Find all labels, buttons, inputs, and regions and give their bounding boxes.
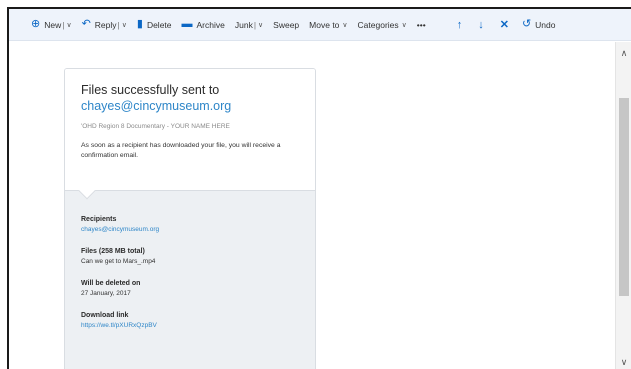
- card-title: Files successfully sent to: [81, 83, 220, 97]
- file-name: Can we get to Mars_.mp4: [81, 258, 156, 265]
- transfer-card: Files successfully sent to chayes@cincym…: [64, 68, 316, 369]
- next-button[interactable]: ↓: [470, 9, 492, 41]
- reading-pane: Files successfully sent to chayes@cincym…: [9, 42, 615, 369]
- vertical-scrollbar[interactable]: ∧ ∨: [615, 42, 631, 369]
- deletion-date: 27 January, 2017: [81, 290, 131, 297]
- deletion-field: Will be deleted on 27 January, 2017: [81, 279, 299, 299]
- reply-button[interactable]: ↶ Reply | ∨: [77, 9, 132, 41]
- previous-button[interactable]: ↑: [449, 9, 471, 41]
- email-subject: 'OHD Region 8 Documentary - YOUR NAME HE…: [81, 123, 230, 130]
- trash-icon: ▮: [136, 18, 143, 30]
- chevron-down-icon: ∨: [342, 21, 348, 29]
- chevron-down-icon: ∨: [401, 21, 407, 29]
- categories-button[interactable]: Categories ∨: [353, 9, 412, 41]
- recipients-link[interactable]: chayes@cincymuseum.org: [81, 225, 299, 235]
- new-button[interactable]: ⊕ New | ∨: [9, 9, 77, 41]
- arrow-up-icon: ↑: [456, 18, 463, 31]
- download-field: Download link https://we.tl/pXURxQzpBV: [81, 311, 299, 331]
- scroll-down-icon[interactable]: ∨: [616, 355, 631, 369]
- confirmation-message: As soon as a recipient has downloaded yo…: [81, 142, 281, 159]
- chevron-down-icon[interactable]: ∨: [258, 21, 263, 29]
- delete-label: Delete: [146, 19, 172, 30]
- scroll-up-icon[interactable]: ∧: [616, 46, 631, 60]
- close-button[interactable]: ✕: [492, 9, 517, 41]
- recipient-email-heading: chayes@cincymuseum.org: [81, 99, 232, 113]
- more-button[interactable]: •••: [412, 9, 431, 41]
- archive-icon: ▬: [181, 18, 193, 30]
- undo-icon: ↺: [521, 18, 532, 30]
- sweep-button[interactable]: Sweep: [268, 9, 304, 41]
- move-to-label: Move to: [309, 19, 340, 30]
- card-header: Files successfully sent to chayes@cincym…: [65, 69, 315, 200]
- separator: |: [253, 19, 257, 30]
- separator: |: [117, 19, 120, 30]
- sweep-label: Sweep: [273, 19, 300, 30]
- reply-label: Reply: [94, 19, 117, 30]
- chevron-down-icon[interactable]: ∨: [66, 21, 71, 29]
- close-icon: ✕: [499, 19, 509, 31]
- new-label: New: [44, 19, 62, 30]
- download-label: Download link: [81, 312, 129, 319]
- junk-label: Junk: [234, 19, 253, 30]
- scrollbar-thumb[interactable]: [619, 98, 629, 296]
- recipients-label: Recipients: [81, 216, 117, 223]
- recipients-field: Recipients chayes@cincymuseum.org: [81, 215, 299, 235]
- reply-icon: ↶: [81, 18, 91, 30]
- mail-window: ⊕ New | ∨ ↶ Reply | ∨ ▮ Delete ▬ Archive…: [7, 7, 631, 369]
- arrow-down-icon: ↓: [478, 18, 484, 31]
- deletion-label: Will be deleted on: [81, 280, 141, 287]
- archive-label: Archive: [196, 19, 225, 30]
- categories-label: Categories: [357, 19, 399, 30]
- move-to-button[interactable]: Move to ∨: [304, 9, 352, 41]
- more-icon: •••: [416, 19, 426, 30]
- files-field: Files (258 MB total) Can we get to Mars_…: [81, 247, 299, 267]
- separator: |: [62, 19, 65, 30]
- archive-button[interactable]: ▬ Archive: [177, 9, 230, 41]
- delete-button[interactable]: ▮ Delete: [132, 9, 177, 41]
- files-label: Files (258 MB total): [81, 248, 145, 255]
- junk-button[interactable]: Junk | ∨: [230, 9, 268, 41]
- plus-circle-icon: ⊕: [31, 18, 41, 30]
- undo-label: Undo: [535, 19, 556, 30]
- download-link[interactable]: https://we.tl/pXURxQzpBV: [81, 321, 299, 331]
- chevron-down-icon[interactable]: ∨: [122, 21, 127, 29]
- transfer-details: Recipients chayes@cincymuseum.org Files …: [65, 190, 315, 369]
- undo-button[interactable]: ↺ Undo: [517, 9, 561, 41]
- command-toolbar: ⊕ New | ∨ ↶ Reply | ∨ ▮ Delete ▬ Archive…: [9, 9, 631, 41]
